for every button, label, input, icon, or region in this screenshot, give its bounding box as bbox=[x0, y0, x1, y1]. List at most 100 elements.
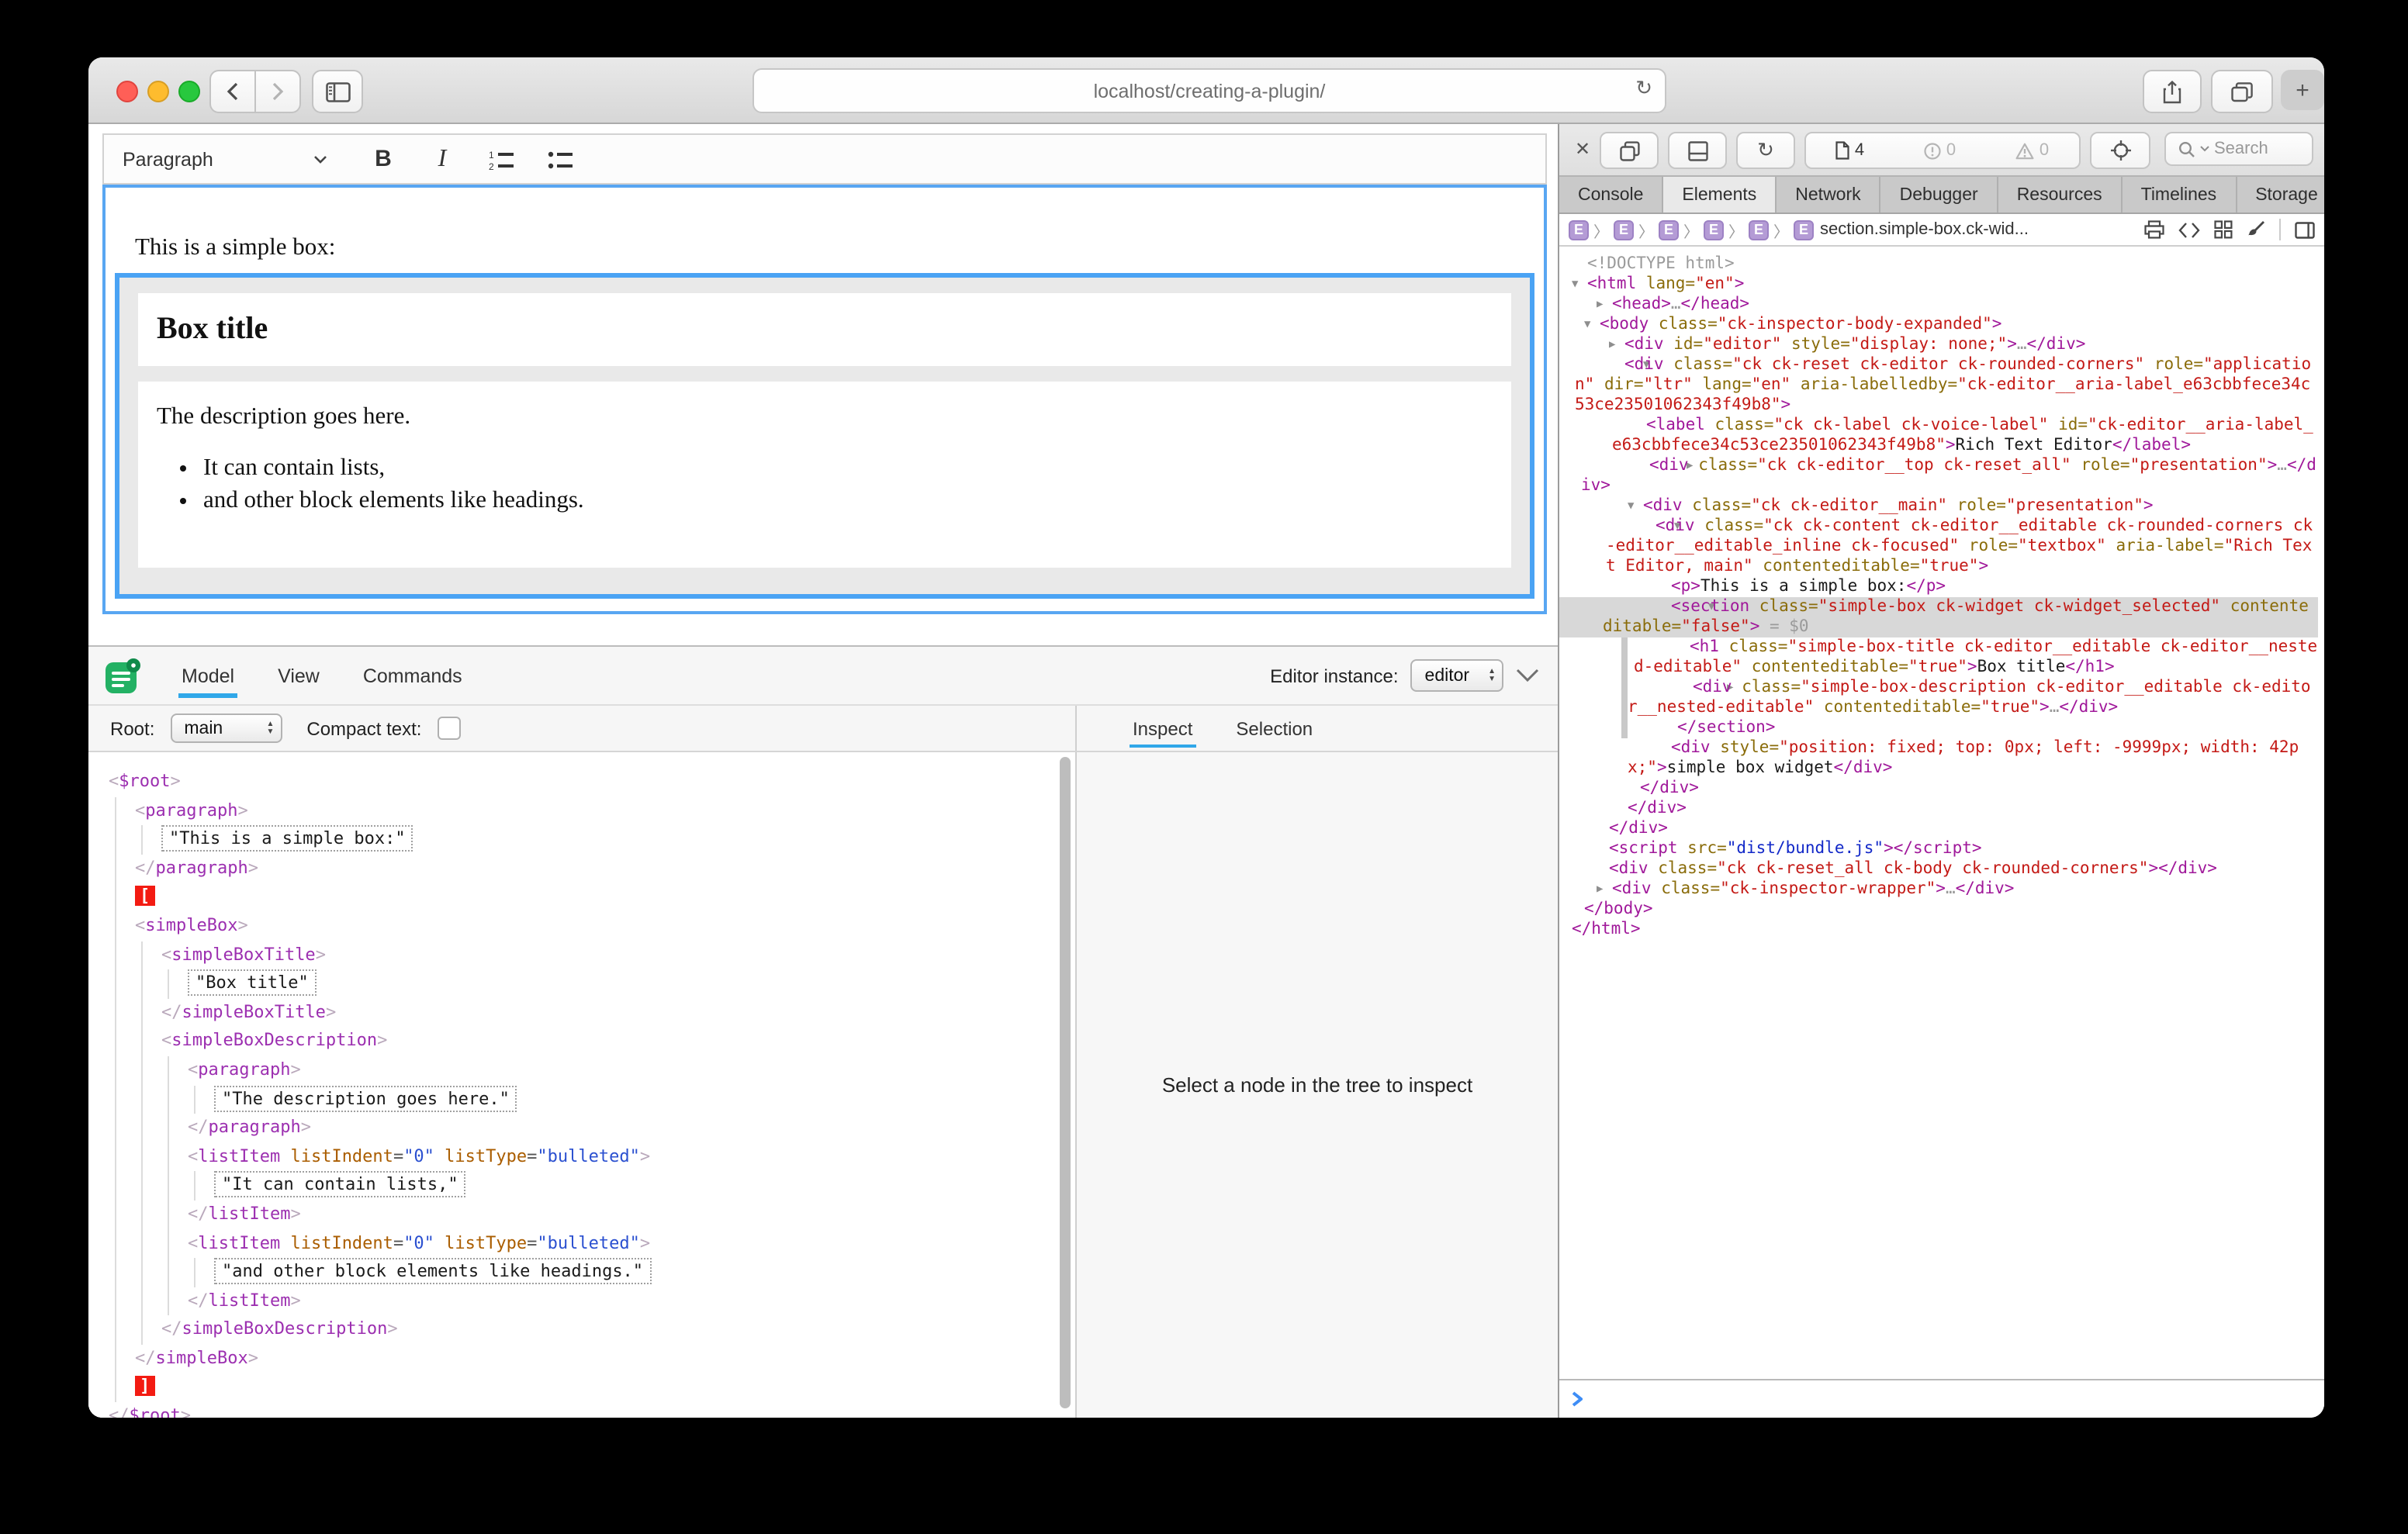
share-button[interactable] bbox=[2143, 70, 2202, 113]
model-tree-line[interactable]: </listItem> bbox=[88, 1201, 1075, 1229]
simple-box-widget[interactable]: Box title The description goes here. It … bbox=[115, 273, 1534, 599]
devtools-tab-elements[interactable]: Elements bbox=[1663, 177, 1777, 212]
disclosure-closed-icon[interactable]: ▶ bbox=[1597, 879, 1612, 900]
numbered-list-button[interactable]: 12 bbox=[486, 143, 517, 174]
disclosure-open-icon[interactable]: ▼ bbox=[1609, 355, 1624, 375]
model-tree-line[interactable]: "and other block elements like headings.… bbox=[88, 1258, 1075, 1287]
box-description[interactable]: The description goes here. bbox=[157, 403, 1511, 431]
editor-editable-area[interactable]: This is a simple box: Box title The desc… bbox=[102, 185, 1547, 614]
disclosure-open-icon[interactable]: ▼ bbox=[1572, 275, 1587, 295]
box-list-item[interactable]: and other block elements like headings. bbox=[203, 487, 1511, 515]
model-tree-line[interactable]: <listItem listIndent="0" listType="bulle… bbox=[88, 1142, 1075, 1171]
italic-button[interactable]: I bbox=[427, 143, 458, 174]
details-sidebar-toggle-icon[interactable] bbox=[2295, 221, 2315, 238]
new-tab-button[interactable]: + bbox=[2281, 70, 2324, 110]
dom-tree-line[interactable]: ▼<div class="ck ck-reset ck-editor ck-ro… bbox=[1559, 355, 2318, 416]
dom-tree-line[interactable]: ▶<div class="ck-inspector-wrapper">…</di… bbox=[1559, 879, 2318, 900]
dom-tree-line[interactable]: </body> bbox=[1559, 900, 2318, 920]
dom-tree-line[interactable]: <div class="ck ck-reset_all ck-body ck-r… bbox=[1559, 859, 2318, 879]
reload-icon[interactable]: ↻ bbox=[1635, 76, 1652, 101]
inspector-tab-view[interactable]: View bbox=[256, 647, 341, 704]
simple-box-title-panel[interactable]: Box title bbox=[138, 293, 1511, 366]
dock-bottom-button[interactable] bbox=[1668, 132, 1727, 169]
model-tree-line[interactable]: <listItem listIndent="0" listType="bulle… bbox=[88, 1229, 1075, 1258]
intro-paragraph[interactable]: This is a simple box: bbox=[135, 233, 335, 261]
dom-tree-line[interactable]: <script src="dist/bundle.js"></script> bbox=[1559, 839, 2318, 859]
model-tree-line[interactable]: [ bbox=[88, 883, 1075, 912]
source-code-icon[interactable] bbox=[2178, 221, 2200, 238]
search-input[interactable]: Search bbox=[2164, 132, 2313, 166]
paragraph-dropdown[interactable]: Paragraph bbox=[104, 148, 346, 170]
dom-tree-line[interactable]: <label class="ck ck-label ck-voice-label… bbox=[1559, 416, 2318, 456]
bulleted-list-button[interactable] bbox=[545, 143, 576, 174]
model-tree-line[interactable]: "The description goes here." bbox=[88, 1085, 1075, 1114]
element-picker-button[interactable] bbox=[2090, 132, 2150, 169]
print-icon[interactable] bbox=[2144, 220, 2164, 239]
model-tree-line[interactable]: </$root> bbox=[88, 1402, 1075, 1418]
simple-box-description-panel[interactable]: The description goes here. It can contai… bbox=[138, 382, 1511, 568]
model-tree-line[interactable]: "It can contain lists," bbox=[88, 1172, 1075, 1201]
collapse-inspector-icon[interactable] bbox=[1516, 669, 1539, 682]
console-prompt[interactable] bbox=[1559, 1379, 2324, 1418]
model-tree-line[interactable]: </simpleBox> bbox=[88, 1345, 1075, 1373]
styles-brush-icon[interactable] bbox=[2247, 220, 2265, 239]
editor-instance-select[interactable]: editor ▲▼ bbox=[1411, 659, 1503, 692]
model-tree-line[interactable]: ] bbox=[88, 1373, 1075, 1402]
breadcrumb-current-node[interactable]: section.simple-box.ck-wid... bbox=[1820, 220, 2029, 239]
dom-tree-line[interactable]: ▶<div class="simple-box-description ck-e… bbox=[1559, 678, 2318, 718]
dom-tree-line[interactable]: <p>This is a simple box:</p> bbox=[1559, 577, 2318, 597]
disclosure-closed-icon[interactable]: ▶ bbox=[1609, 335, 1624, 355]
inspector-pane-tab-inspect[interactable]: Inspect bbox=[1111, 706, 1214, 751]
devtools-tab-resources[interactable]: Resources bbox=[1998, 177, 2123, 212]
devtools-tab-debugger[interactable]: Debugger bbox=[1881, 177, 1998, 212]
devtools-tab-timelines[interactable]: Timelines bbox=[2123, 177, 2237, 212]
model-tree-line[interactable]: <simpleBoxDescription> bbox=[88, 1028, 1075, 1056]
inspector-tab-commands[interactable]: Commands bbox=[341, 647, 484, 704]
model-tree-line[interactable]: <paragraph> bbox=[88, 796, 1075, 825]
tab-overview-button[interactable] bbox=[2211, 70, 2273, 113]
model-tree-line[interactable]: </simpleBoxDescription> bbox=[88, 1316, 1075, 1345]
devtools-tab-storage[interactable]: Storage bbox=[2237, 177, 2324, 212]
model-tree-line[interactable]: </paragraph> bbox=[88, 855, 1075, 883]
inspector-pane-tab-selection[interactable]: Selection bbox=[1214, 706, 1334, 751]
bold-button[interactable]: B bbox=[368, 143, 399, 174]
dom-tree-line[interactable]: </div> bbox=[1559, 799, 2318, 819]
element-badge-icon[interactable]: E bbox=[1749, 219, 1769, 240]
close-window-button[interactable] bbox=[116, 81, 138, 102]
element-badge-icon[interactable]: E bbox=[1659, 219, 1679, 240]
model-tree-line[interactable]: </simpleBoxTitle> bbox=[88, 999, 1075, 1028]
dom-tree-line[interactable]: </html> bbox=[1559, 920, 2318, 940]
element-badge-icon[interactable]: E bbox=[1794, 219, 1814, 240]
dom-tree-line[interactable]: ▶<div id="editor" style="display: none;"… bbox=[1559, 335, 2318, 355]
reload-page-button[interactable]: ↻ bbox=[1736, 132, 1795, 169]
back-button[interactable] bbox=[209, 70, 254, 113]
dom-tree-line[interactable]: ▼<div class="ck ck-content ck-editor__ed… bbox=[1559, 517, 2318, 577]
resource-summary-button[interactable]: 4 0 0 bbox=[1804, 132, 2081, 169]
dom-tree-line[interactable]: ▼<section class="simple-box ck-widget ck… bbox=[1559, 597, 2318, 637]
detach-devtools-button[interactable] bbox=[1600, 132, 1659, 169]
model-tree-line[interactable]: </paragraph> bbox=[88, 1114, 1075, 1142]
disclosure-open-icon[interactable]: ▼ bbox=[1656, 597, 1671, 617]
disclosure-open-icon[interactable]: ▼ bbox=[1584, 315, 1600, 335]
box-list[interactable]: It can contain lists, and other block ele… bbox=[157, 454, 1511, 515]
disclosure-closed-icon[interactable]: ▶ bbox=[1634, 456, 1649, 476]
model-tree-line[interactable]: <simpleBox> bbox=[88, 912, 1075, 941]
devtools-tab-network[interactable]: Network bbox=[1777, 177, 1880, 212]
dom-tree-line[interactable]: <h1 class="simple-box-title ck-editor__e… bbox=[1559, 637, 2318, 678]
dom-tree-line[interactable]: </div> bbox=[1559, 819, 2318, 839]
disclosure-open-icon[interactable]: ▼ bbox=[1628, 496, 1643, 517]
zoom-window-button[interactable] bbox=[178, 81, 200, 102]
element-badge-icon[interactable]: E bbox=[1569, 219, 1589, 240]
disclosure-closed-icon[interactable]: ▶ bbox=[1677, 678, 1693, 698]
dom-tree-line[interactable]: ▶<head>…</head> bbox=[1559, 295, 2318, 315]
box-list-item[interactable]: It can contain lists, bbox=[203, 454, 1511, 482]
element-badge-icon[interactable]: E bbox=[1704, 219, 1724, 240]
model-tree-line[interactable]: <$root> bbox=[88, 768, 1075, 796]
devtools-tab-console[interactable]: Console bbox=[1559, 177, 1663, 212]
dom-tree-line[interactable]: <!DOCTYPE html> bbox=[1559, 254, 2318, 275]
disclosure-closed-icon[interactable]: ▶ bbox=[1597, 295, 1612, 315]
forward-button[interactable] bbox=[254, 70, 301, 113]
minimize-window-button[interactable] bbox=[147, 81, 169, 102]
dom-tree-line[interactable]: ▼<div class="ck ck-editor__main" role="p… bbox=[1559, 496, 2318, 517]
model-tree-line[interactable]: <simpleBoxTitle> bbox=[88, 941, 1075, 969]
